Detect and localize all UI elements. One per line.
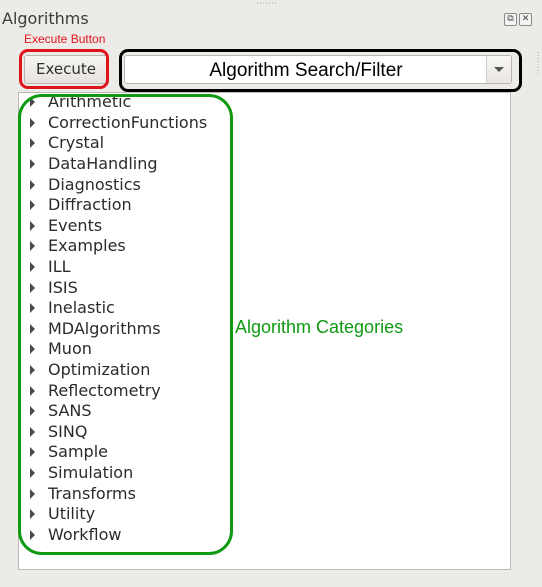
category-label: Optimization: [48, 360, 151, 380]
expand-arrow-icon[interactable]: [30, 159, 35, 170]
float-dock-button[interactable]: ⧉: [504, 13, 517, 26]
splitter-handle[interactable]: [537, 52, 539, 74]
expand-arrow-icon[interactable]: [30, 138, 35, 149]
expand-arrow-icon[interactable]: [30, 467, 35, 478]
category-label: Examples: [48, 236, 126, 256]
expand-arrow-icon[interactable]: [30, 509, 35, 520]
category-label: Simulation: [48, 462, 134, 482]
expand-arrow-icon[interactable]: [30, 241, 35, 252]
expand-arrow-icon[interactable]: [30, 262, 35, 273]
category-label: Events: [48, 215, 103, 235]
expand-arrow-icon[interactable]: [30, 220, 35, 231]
expand-arrow-icon[interactable]: [30, 488, 35, 499]
category-label: Arithmetic: [48, 92, 132, 112]
expand-arrow-icon[interactable]: [30, 529, 35, 540]
expand-arrow-icon[interactable]: [30, 117, 35, 128]
expand-arrow-icon[interactable]: [30, 323, 35, 334]
search-dropdown-button[interactable]: [486, 56, 511, 83]
execute-button[interactable]: Execute: [24, 55, 108, 84]
expand-arrow-icon[interactable]: [30, 426, 35, 437]
algorithm-search-input[interactable]: [125, 56, 487, 83]
category-label: Utility: [48, 504, 96, 524]
category-label: Inelastic: [48, 298, 115, 318]
expand-arrow-icon[interactable]: [30, 303, 35, 314]
expand-arrow-icon[interactable]: [30, 447, 35, 458]
dock-title: Algorithms: [2, 9, 89, 28]
category-label: Transforms: [48, 483, 136, 503]
category-label: Reflectometry: [48, 380, 161, 400]
category-label: ILL: [48, 257, 71, 277]
category-label: Diagnostics: [48, 174, 141, 194]
expand-arrow-icon[interactable]: [30, 406, 35, 417]
category-label: DataHandling: [48, 154, 158, 174]
expand-arrow-icon[interactable]: [30, 200, 35, 211]
execute-annotation-label: Execute Button: [24, 32, 106, 46]
category-label: Sample: [48, 442, 108, 462]
category-label: SINQ: [48, 421, 88, 441]
category-label: Muon: [48, 339, 92, 359]
category-label: MDAlgorithms: [48, 318, 161, 338]
expand-arrow-icon[interactable]: [30, 282, 35, 293]
close-icon: ✕: [521, 14, 530, 24]
category-label: CorrectionFunctions: [48, 112, 208, 132]
chevron-down-icon: [494, 67, 504, 72]
expand-arrow-icon[interactable]: [30, 97, 35, 108]
category-label: Crystal: [48, 133, 105, 153]
algorithm-search-combo[interactable]: [124, 55, 512, 84]
float-icon: ⧉: [507, 14, 514, 24]
categories-annotation-label: Algorithm Categories: [235, 317, 404, 337]
expand-arrow-icon[interactable]: [30, 344, 35, 355]
expand-arrow-icon[interactable]: [30, 179, 35, 190]
expand-arrow-icon[interactable]: [30, 385, 35, 396]
close-dock-button[interactable]: ✕: [519, 13, 532, 26]
category-label: Workflow: [48, 524, 122, 544]
dock-title-buttons: ⧉ ✕: [504, 13, 532, 26]
expand-arrow-icon[interactable]: [30, 365, 35, 376]
category-label: SANS: [48, 401, 92, 421]
category-label: ISIS: [48, 277, 78, 297]
dock-drag-grip[interactable]: [257, 2, 277, 4]
category-label: Diffraction: [48, 195, 132, 215]
